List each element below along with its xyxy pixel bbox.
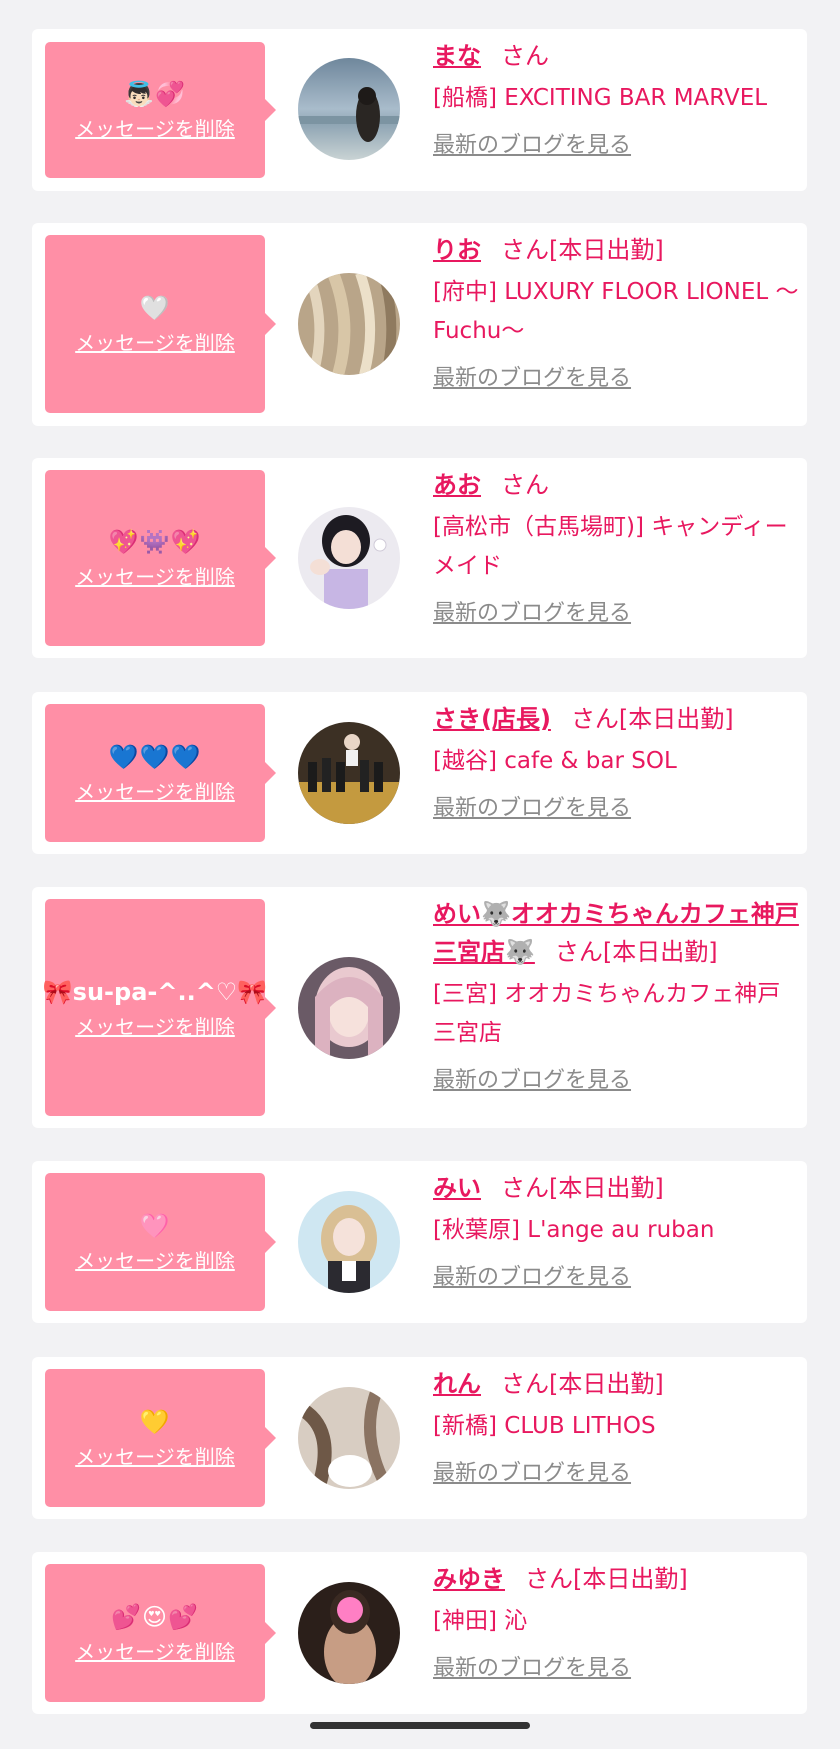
shop-name: [秋葉原] L'ange au ruban bbox=[433, 1217, 715, 1243]
latest-blog-link[interactable]: 最新のブログを見る bbox=[433, 365, 631, 393]
avatar[interactable] bbox=[298, 58, 400, 160]
name-suffix: さん[本日出勤] bbox=[525, 1565, 688, 1593]
item-info: りお さん[本日出勤] [府中] LUXURY FLOOR LIONEL 〜Fuc… bbox=[433, 231, 803, 393]
user-name-link[interactable]: さき(店長) bbox=[433, 705, 551, 733]
beach-photo-avatar-icon bbox=[298, 58, 400, 160]
message-bubble: 💙💙💙 メッセージを削除 bbox=[45, 704, 276, 842]
name-line: みゆき さん[本日出勤] bbox=[433, 1560, 803, 1598]
avatar[interactable] bbox=[298, 1191, 400, 1293]
message-text: 💙💙💙 bbox=[108, 743, 202, 771]
portrait-photo-avatar-icon bbox=[298, 1191, 400, 1293]
item-info: みい さん[本日出勤] [秋葉原] L'ange au ruban 最新のブログを… bbox=[433, 1169, 803, 1292]
name-line: れん さん[本日出勤] bbox=[433, 1365, 803, 1403]
latest-blog-link[interactable]: 最新のブログを見る bbox=[433, 1264, 631, 1292]
list-item: 💕😍💕 メッセージを削除 みゆき さん[本日出勤] [神田] 沁 最新のブログを見… bbox=[32, 1552, 807, 1714]
delete-message-link[interactable]: メッセージを削除 bbox=[75, 117, 235, 141]
latest-blog-link[interactable]: 最新のブログを見る bbox=[433, 1460, 631, 1488]
user-name-link[interactable]: りお bbox=[433, 236, 481, 264]
delete-message-link[interactable]: メッセージを削除 bbox=[75, 1445, 235, 1469]
item-info: めい🐺オオカミちゃんカフェ神戸三宮店🐺 さん[本日出勤] [三宮] オオカミちゃん… bbox=[433, 895, 803, 1095]
latest-blog-link[interactable]: 最新のブログを見る bbox=[433, 1655, 631, 1683]
name-suffix: さん[本日出勤] bbox=[501, 1174, 664, 1202]
user-name-link[interactable]: みい bbox=[433, 1174, 481, 1202]
portrait-photo-avatar-icon bbox=[298, 1582, 400, 1684]
avatar[interactable] bbox=[298, 722, 400, 824]
name-suffix: さん bbox=[501, 42, 549, 70]
shop-name: [高松市（古馬場町)] キャンディーメイド bbox=[433, 514, 788, 579]
name-line: あお さん bbox=[433, 466, 803, 504]
delete-message-link[interactable]: メッセージを削除 bbox=[75, 780, 235, 804]
message-bubble: 🤍 メッセージを削除 bbox=[45, 235, 276, 413]
message-bubble: 🎀su-pa-^..^♡🎀 メッセージを削除 bbox=[42, 899, 276, 1116]
shop-name: [三宮] オオカミちゃんカフェ神戸三宮店 bbox=[433, 981, 781, 1046]
message-text: 🤍 bbox=[139, 294, 171, 322]
latest-blog-link[interactable]: 最新のブログを見る bbox=[433, 132, 631, 160]
shop-name: [越谷] cafe & bar SOL bbox=[433, 748, 677, 774]
delete-message-link[interactable]: メッセージを削除 bbox=[75, 331, 235, 355]
avatar[interactable] bbox=[298, 507, 400, 609]
message-text: 👼🏻💞 bbox=[124, 80, 186, 108]
name-suffix: さん bbox=[501, 471, 549, 499]
avatar[interactable] bbox=[298, 273, 400, 375]
list-item: 💙💙💙 メッセージを削除 さき(店長) さん[本日出勤] [越谷] cafe & … bbox=[32, 692, 807, 854]
shop-name: [船橋] EXCITING BAR MARVEL bbox=[433, 85, 768, 111]
home-indicator[interactable] bbox=[310, 1722, 530, 1729]
avatar[interactable] bbox=[298, 1387, 400, 1489]
message-text: 🎀su-pa-^..^♡🎀 bbox=[42, 977, 268, 1006]
delete-message-link[interactable]: メッセージを削除 bbox=[75, 1015, 235, 1039]
message-bubble: 🩷 メッセージを削除 bbox=[45, 1173, 276, 1311]
message-text: 🩷 bbox=[139, 1212, 171, 1240]
list-item: 👼🏻💞 メッセージを削除 まな さん [船橋] EXCITING BAR MAR… bbox=[32, 29, 807, 191]
item-info: まな さん [船橋] EXCITING BAR MARVEL 最新のブログを見る bbox=[433, 37, 803, 160]
message-text: 💛 bbox=[139, 1408, 171, 1436]
user-name-link[interactable]: みゆき bbox=[433, 1565, 505, 1593]
user-name-link[interactable]: れん bbox=[433, 1370, 481, 1398]
hair-photo-avatar-icon bbox=[298, 273, 400, 375]
bottles-photo-avatar-icon bbox=[298, 722, 400, 824]
list-item: 🎀su-pa-^..^♡🎀 メッセージを削除 めい🐺オオカミちゃんカフェ神戸三宮… bbox=[32, 887, 807, 1128]
message-bubble: 💕😍💕 メッセージを削除 bbox=[45, 1564, 276, 1702]
name-line: めい🐺オオカミちゃんカフェ神戸三宮店🐺 さん[本日出勤] bbox=[433, 895, 803, 971]
name-line: みい さん[本日出勤] bbox=[433, 1169, 803, 1207]
user-name-link[interactable]: まな bbox=[433, 42, 481, 70]
user-name-link[interactable]: あお bbox=[433, 471, 481, 499]
name-line: さき(店長) さん[本日出勤] bbox=[433, 700, 803, 738]
item-info: さき(店長) さん[本日出勤] [越谷] cafe & bar SOL 最新のブロ… bbox=[433, 700, 803, 823]
latest-blog-link[interactable]: 最新のブログを見る bbox=[433, 1067, 631, 1095]
delete-message-link[interactable]: メッセージを削除 bbox=[75, 1249, 235, 1273]
list-item: 🤍 メッセージを削除 りお さん[本日出勤] [府中] LUXURY FLOOR … bbox=[32, 223, 807, 426]
name-suffix: さん[本日出勤] bbox=[501, 236, 664, 264]
name-line: りお さん[本日出勤] bbox=[433, 231, 803, 269]
item-info: みゆき さん[本日出勤] [神田] 沁 最新のブログを見る bbox=[433, 1560, 803, 1683]
delete-message-link[interactable]: メッセージを削除 bbox=[75, 565, 235, 589]
name-suffix: さん[本日出勤] bbox=[570, 705, 734, 733]
latest-blog-link[interactable]: 最新のブログを見る bbox=[433, 795, 631, 823]
delete-message-link[interactable]: メッセージを削除 bbox=[75, 1640, 235, 1664]
name-suffix: さん[本日出勤] bbox=[554, 938, 718, 966]
shop-name: [府中] LUXURY FLOOR LIONEL 〜Fuchu〜 bbox=[433, 279, 799, 344]
message-bubble: 💖👾💖 メッセージを削除 bbox=[45, 470, 276, 646]
hair-photo-avatar-icon bbox=[298, 1387, 400, 1489]
maid-photo-avatar-icon bbox=[298, 507, 400, 609]
item-info: れん さん[本日出勤] [新橋] CLUB LITHOS 最新のブログを見る bbox=[433, 1365, 803, 1488]
name-suffix: さん[本日出勤] bbox=[501, 1370, 664, 1398]
message-bubble: 👼🏻💞 メッセージを削除 bbox=[45, 42, 276, 178]
message-text: 💖👾💖 bbox=[108, 528, 202, 556]
avatar[interactable] bbox=[298, 957, 400, 1059]
list-item: 💖👾💖 メッセージを削除 あお さん [高松市（古馬場町)] キャンディーメイド … bbox=[32, 458, 807, 658]
message-bubble: 💛 メッセージを削除 bbox=[45, 1369, 276, 1507]
list-item: 💛 メッセージを削除 れん さん[本日出勤] [新橋] CLUB LITHOS 最… bbox=[32, 1357, 807, 1519]
avatar[interactable] bbox=[298, 1582, 400, 1684]
shop-name: [神田] 沁 bbox=[433, 1608, 528, 1634]
shop-name: [新橋] CLUB LITHOS bbox=[433, 1413, 656, 1439]
message-text: 💕😍💕 bbox=[111, 1603, 199, 1631]
portrait-photo-avatar-icon bbox=[298, 957, 400, 1059]
latest-blog-link[interactable]: 最新のブログを見る bbox=[433, 600, 631, 628]
name-line: まな さん bbox=[433, 37, 803, 75]
item-info: あお さん [高松市（古馬場町)] キャンディーメイド 最新のブログを見る bbox=[433, 466, 803, 628]
list-item: 🩷 メッセージを削除 みい さん[本日出勤] [秋葉原] L'ange au ru… bbox=[32, 1161, 807, 1323]
